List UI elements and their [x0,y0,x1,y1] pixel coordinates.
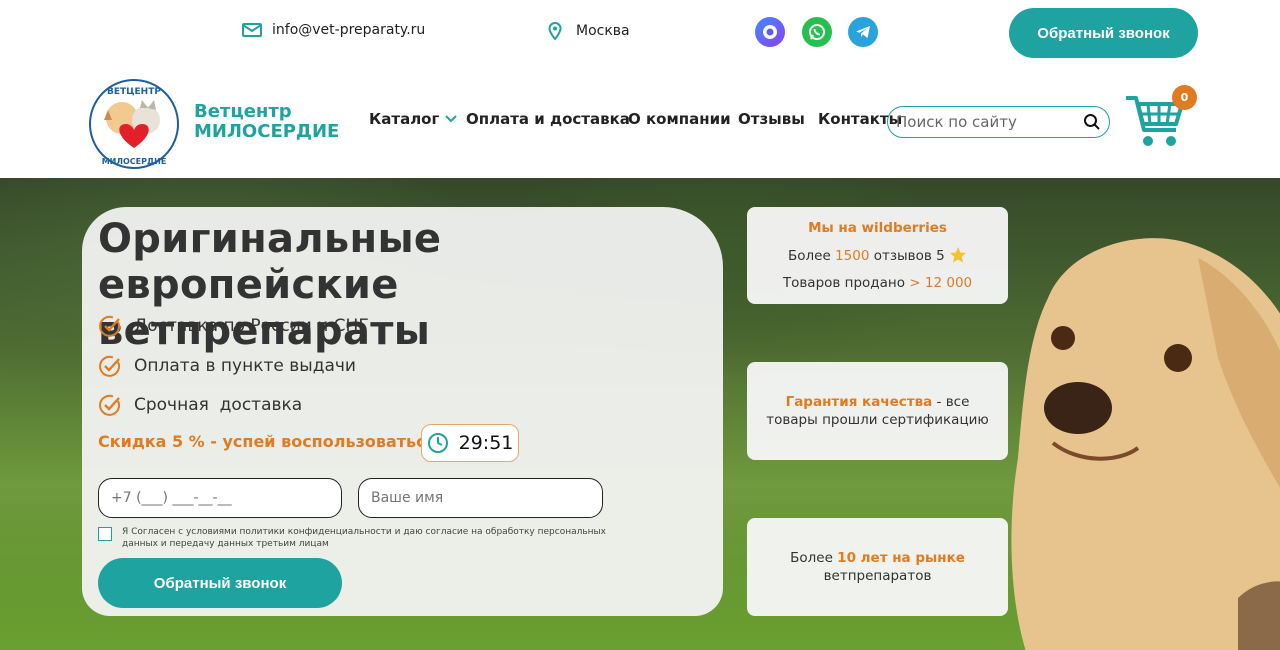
email-link[interactable]: info@vet-preparaty.ru [242,22,425,38]
check-circle-icon [99,315,121,337]
consent-checkbox[interactable] [98,527,112,541]
quality-text: Гарантия качества - все товары прошли се… [747,393,1008,429]
phone-input[interactable] [98,478,342,518]
check-circle-icon [99,355,121,377]
chevron-down-icon [445,115,458,123]
nav-about[interactable]: О компании [628,110,731,128]
sold-prefix: Товаров продано [782,275,910,291]
search-icon[interactable] [1083,113,1101,131]
years-prefix: Более [790,550,838,566]
countdown-timer: 29:51 [421,424,519,462]
logo-badge-bottom-text: МИЛОСЕРДИЕ [102,157,167,166]
feature-item: Оплата в пункте выдачи [98,354,356,378]
max-messenger-button[interactable] [755,17,785,47]
nav-catalog[interactable]: Каталог [369,110,458,128]
reviews-count: 1500 [835,248,870,264]
whatsapp-icon [809,24,825,40]
star-icon [950,247,967,263]
telegram-button[interactable] [848,17,878,47]
nav-payment-delivery[interactable]: Оплата и доставка [466,110,630,128]
clock-icon [427,433,448,453]
callback-button-hero[interactable]: Обратный звонок [98,558,342,608]
logo-text[interactable]: Ветцентр МИЛОСЕРДИЕ [194,102,339,142]
wildberries-title: Мы на wildberries [808,220,947,236]
dog-photo [1011,238,1280,650]
feature-text: Срочная доставка [134,395,303,415]
reviews-prefix: Более [787,248,836,264]
search-input[interactable] [896,113,1083,131]
wildberries-card: Мы на wildberries Более 1500 отзывов 5 Т… [747,207,1008,304]
telegram-icon [856,26,870,38]
experience-line-1: Более 10 лет на рынке [747,549,1008,567]
email-text: info@vet-preparaty.ru [272,22,426,38]
logo-line-1: Ветцентр [194,101,292,122]
top-bar: info@vet-preparaty.ru Москва Обратный зв… [0,0,1280,66]
logo-line-2: МИЛОСЕРДИЕ [194,121,340,142]
search-box [887,106,1110,138]
location-pin-icon [548,22,562,40]
quality-card: Гарантия качества - все товары прошли се… [747,362,1008,460]
feature-text: Доставка по России и СНГ [134,316,369,336]
feature-item: Доставка по России и СНГ [98,314,369,338]
feature-text: Оплата в пункте выдачи [134,356,356,376]
wildberries-reviews: Более 1500 отзывов 5 [747,246,1008,265]
reviews-suffix: отзывов 5 [869,248,945,264]
check-circle-icon [99,394,121,416]
logo-badge[interactable]: ВЕТЦЕНТР МИЛОСЕРДИЕ [86,76,182,172]
experience-card: Более 10 лет на рынке ветпрепаратов [747,518,1008,616]
nav-reviews[interactable]: Отзывы [738,110,805,128]
sold-value: > 12 000 [909,275,973,291]
wildberries-sold: Товаров продано > 12 000 [747,274,1008,292]
city-selector[interactable]: Москва [548,22,630,40]
whatsapp-button[interactable] [802,17,832,47]
callback-button-top[interactable]: Обратный звонок [1009,8,1198,58]
discount-text: Скидка 5 % - успей воспользоваться [98,432,436,451]
max-icon [763,25,777,39]
nav-reviews-label: Отзывы [738,110,805,128]
years-bold: 10 лет на рынке [837,550,965,566]
consent-text: Я Согласен с условиями политики конфиден… [122,527,606,549]
name-input[interactable] [358,478,603,518]
nav-payment-label: Оплата и доставка [466,110,630,128]
nav-about-label: О компании [628,110,731,128]
logo-emblem-icon: ВЕТЦЕНТР МИЛОСЕРДИЕ [89,79,179,169]
timer-value: 29:51 [458,432,514,454]
quality-bold: Гарантия качества [785,394,933,410]
feature-item: Срочная доставка [98,393,302,417]
experience-line-2: ветпрепаратов [823,568,932,584]
logo-badge-top-text: ВЕТЦЕНТР [107,87,161,97]
mail-icon [242,23,262,37]
city-text: Москва [576,23,630,39]
cart-count-badge: 0 [1172,85,1197,110]
nav-catalog-label: Каталог [369,110,440,128]
